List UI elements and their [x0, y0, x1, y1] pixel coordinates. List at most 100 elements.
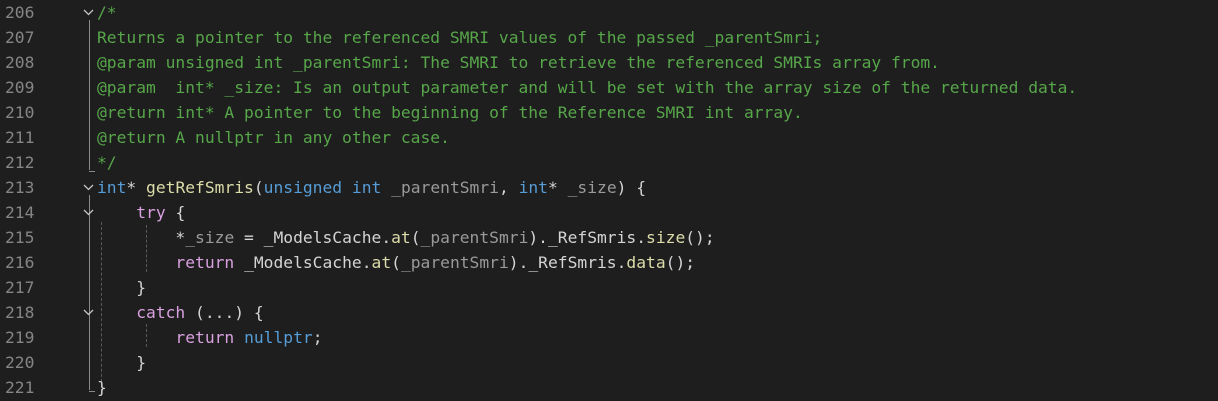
code-token: @return A nullptr in any other case.	[97, 128, 450, 147]
line-number: 213	[5, 178, 35, 197]
code-text: return _ModelsCache.at(_parentSmri)._Ref…	[97, 250, 695, 275]
code-token: ).	[528, 228, 548, 247]
code-line[interactable]: 218 catch (...) {	[0, 300, 1218, 325]
code-text: @param unsigned int _parentSmri: The SMR…	[97, 50, 940, 75]
line-number: 219	[5, 328, 35, 347]
line-number: 210	[5, 103, 35, 122]
code-text: @param int* _size: Is an output paramete…	[97, 75, 1077, 100]
code-token: nullptr	[244, 328, 313, 347]
code-token: try	[136, 203, 166, 222]
code-text: return nullptr;	[97, 325, 323, 350]
code-token: .	[381, 228, 392, 247]
code-token: getRefSmris	[146, 178, 254, 197]
code-token: ();	[685, 228, 715, 247]
line-number: 212	[5, 153, 35, 172]
code-token: ,	[498, 178, 519, 197]
code-text: /*	[97, 0, 117, 25]
chevron-down-icon[interactable]	[83, 175, 95, 200]
line-number: 206	[5, 3, 35, 22]
line-number: 211	[5, 128, 35, 147]
code-line[interactable]: 212 */	[0, 150, 1218, 175]
code-line[interactable]: 208 @param unsigned int _parentSmri: The …	[0, 50, 1218, 75]
code-line[interactable]: 213 int* getRefSmris(unsigned int _parent…	[0, 175, 1218, 200]
code-text: @return A nullptr in any other case.	[97, 125, 450, 150]
line-number: 217	[5, 278, 35, 297]
code-line[interactable]: 214 try {	[0, 200, 1218, 225]
code-text: @return int* A pointer to the beginning …	[97, 100, 803, 125]
code-token: _size	[567, 178, 617, 197]
code-token: _RefSmris	[547, 228, 637, 247]
code-token: int	[351, 178, 382, 197]
code-text: }	[97, 275, 146, 300]
code-token: }	[97, 278, 147, 297]
code-token: ) {	[616, 178, 647, 197]
code-token: return	[175, 328, 235, 347]
code-editor[interactable]: 206 /* 207 Returns a pointer to the referen…	[0, 0, 1218, 401]
code-token: @param int* _size: Is an output paramete…	[97, 78, 1078, 97]
code-token: at	[391, 228, 411, 247]
code-line[interactable]: 215 *_size = _ModelsCache.at(_parentSmri…	[0, 225, 1218, 250]
code-line[interactable]: 221}	[0, 375, 1218, 400]
code-text: catch (...) {	[97, 300, 264, 325]
code-token: (	[391, 253, 401, 272]
code-line[interactable]: 210 @return int* A pointer to the beginni…	[0, 100, 1218, 125]
code-token: */	[97, 153, 117, 172]
code-line[interactable]: 217 }	[0, 275, 1218, 300]
code-token: ;	[312, 328, 323, 347]
code-line[interactable]: 209 @param int* _size: Is an output param…	[0, 75, 1218, 100]
code-line[interactable]: 211 @return A nullptr in any other case.	[0, 125, 1218, 150]
line-number: 215	[5, 228, 35, 247]
code-token: _parentSmri	[400, 253, 509, 272]
code-token: _RefSmris	[528, 253, 617, 272]
code-token: at	[371, 253, 392, 272]
code-token: (...) {	[185, 303, 264, 322]
code-token: /*	[97, 3, 117, 22]
code-text: try {	[97, 200, 185, 225]
code-token: catch	[136, 303, 186, 322]
code-token: .	[636, 228, 647, 247]
code-token: unsigned	[263, 178, 343, 197]
code-token: int	[97, 178, 127, 197]
code-token: (	[253, 178, 264, 197]
code-text: *_size = _ModelsCache.at(_parentSmri)._R…	[97, 225, 715, 250]
code-line[interactable]: 207 Returns a pointer to the referenced S…	[0, 25, 1218, 50]
code-token: (	[410, 228, 421, 247]
code-token: {	[165, 203, 186, 222]
code-line[interactable]: 216 return _ModelsCache.at(_parentSmri).…	[0, 250, 1218, 275]
code-line[interactable]: 220 }	[0, 350, 1218, 375]
code-line[interactable]: 219 return nullptr;	[0, 325, 1218, 350]
line-number: 218	[5, 303, 35, 322]
code-token: =	[234, 228, 264, 247]
code-token: _parentSmri	[420, 228, 529, 247]
code-token: *	[126, 178, 147, 197]
code-token: *	[97, 228, 186, 247]
code-token: ();	[665, 253, 696, 272]
code-text: }	[97, 375, 107, 400]
line-number: 208	[5, 53, 35, 72]
code-token: data	[626, 253, 666, 272]
code-token: @return int* A pointer to the beginning …	[97, 103, 803, 122]
code-token: _size	[185, 228, 235, 247]
code-text: */	[97, 150, 117, 175]
line-number: 220	[5, 353, 35, 372]
code-line[interactable]: 206 /*	[0, 0, 1218, 25]
chevron-down-icon[interactable]	[83, 0, 95, 25]
code-token: _ModelsCache	[244, 253, 362, 272]
line-number: 209	[5, 78, 35, 97]
chevron-down-icon[interactable]	[83, 200, 95, 225]
code-token: @param unsigned int _parentSmri: The SMR…	[97, 53, 940, 72]
line-number: 221	[5, 378, 35, 397]
code-text: int* getRefSmris(unsigned int _parentSmr…	[97, 175, 646, 200]
code-token: _ModelsCache	[263, 228, 382, 247]
chevron-down-icon[interactable]	[83, 300, 95, 325]
code-token: size	[646, 228, 686, 247]
code-token: _parentSmri	[391, 178, 499, 197]
line-number: 216	[5, 253, 35, 272]
